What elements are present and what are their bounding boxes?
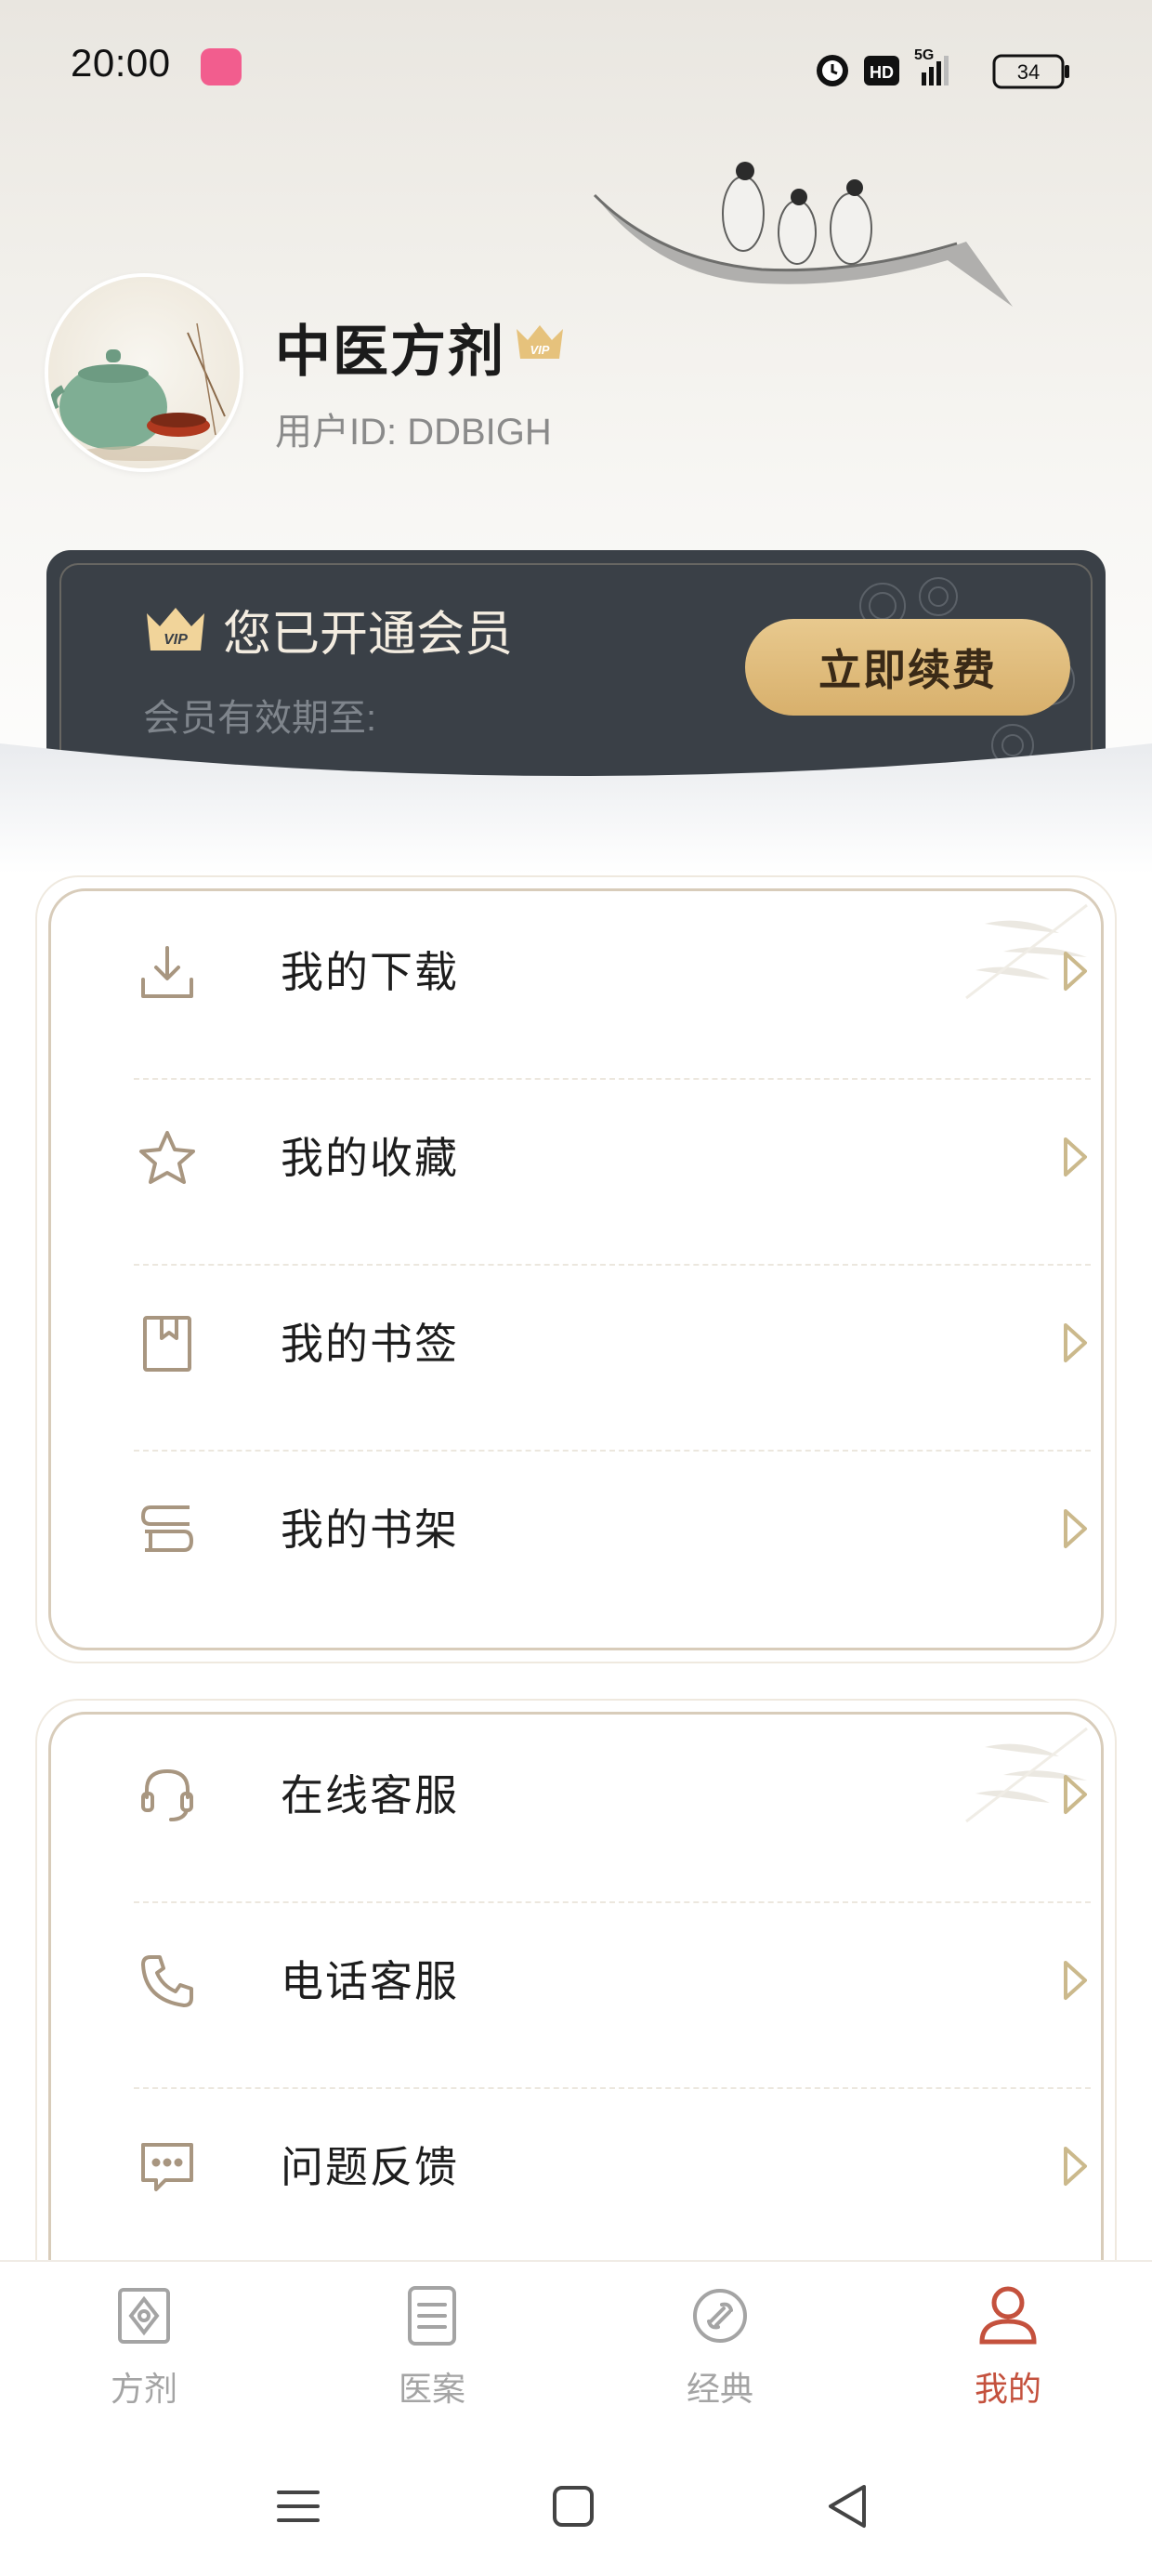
tab-label: 我的 [974,2371,1041,2409]
menu-item-label: 我的下载 [281,947,459,997]
boat-painting-decoration [593,162,1013,307]
chevron-right-icon [1064,1137,1087,1176]
menu-item-label: 我的书签 [281,1319,459,1369]
classics-icon [693,2289,747,2343]
menu-item-bookshelf[interactable]: 我的书架 [97,1435,1089,1621]
tab-mine[interactable]: 我的 [864,2262,1152,2438]
vip-crown-icon: VIP [517,325,563,359]
profile-page: 20:00 HD 5G 34 中医方剂 VIP 用户ID: DDBIGH VIP… [0,0,1152,2576]
svg-text:5G: 5G [914,47,934,63]
vip-card-crown-icon: VIP [147,608,204,651]
menu-item-label: 我的书架 [281,1505,459,1555]
feedback-icon [141,2143,193,2191]
tab-label: 医案 [398,2371,465,2409]
user-id: 用户ID: DDBIGH [275,412,552,453]
svg-text:34: 34 [1017,60,1040,84]
vip-card-crown-text: VIP [164,632,188,648]
menu-item-downloads[interactable]: 我的下载 [97,877,1089,1063]
menu-item-online-service[interactable]: 在线客服 [97,1701,1089,1886]
person-icon [979,2286,1037,2345]
tab-label: 经典 [686,2371,753,2409]
chevron-right-icon [1064,1323,1087,1362]
menu-item-bookmarks[interactable]: 我的书签 [97,1249,1089,1435]
tab-label: 方剂 [110,2371,177,2409]
status-icons: HD 5G 34 [817,47,1069,89]
signal-icon: 5G [914,47,949,85]
bilibili-notification-icon [201,48,242,85]
status-time: 20:00 [71,41,171,85]
hd-icon: HD [864,56,899,85]
star-icon [139,1131,195,1184]
chevron-right-icon [1064,1961,1087,2000]
menu-item-label: 问题反馈 [281,2142,459,2192]
document-icon [408,2286,456,2346]
battery-icon: 34 [992,54,1069,89]
chevron-right-icon [1064,1775,1087,1814]
phone-icon [141,1955,193,2007]
prescription-icon [118,2288,170,2344]
bookmark-icon [143,1316,191,1372]
status-bar: 20:00 HD 5G 34 [0,0,1152,139]
back-icon[interactable] [816,2474,881,2539]
menu-item-label: 我的收藏 [281,1133,459,1183]
menu-item-label: 电话客服 [281,1956,459,2006]
vip-crown-text: VIP [530,343,550,357]
menu-icon[interactable] [266,2474,331,2539]
profile-name: 中医方剂 [275,320,505,385]
menu-item-label: 在线客服 [281,1770,459,1820]
tab-case-records[interactable]: 医案 [288,2262,576,2438]
avatar[interactable] [48,277,240,468]
chevron-right-icon [1064,2147,1087,2186]
system-navigation-bar [0,2437,1152,2576]
headset-icon [141,1769,193,1821]
renew-button[interactable]: 立即续费 [745,619,1070,716]
alarm-icon [817,55,848,86]
teapot-avatar-image [49,322,226,461]
chevron-right-icon [1064,1509,1087,1548]
membership-title: 您已开通会员 [223,607,514,663]
chevron-right-icon [1064,952,1087,991]
menu-card-support: 在线客服 电话客服 问题反馈 [37,1701,1115,2333]
menu-item-phone-service[interactable]: 电话客服 [97,1886,1089,2072]
tab-classics[interactable]: 经典 [576,2262,864,2438]
svg-text:HD: HD [870,63,894,82]
menu-card-personal: 我的下载 我的收藏 我的书签 我的书架 [37,877,1115,1662]
tab-prescriptions[interactable]: 方剂 [0,2262,288,2438]
bookshelf-icon [141,1505,193,1552]
bottom-tab-bar: 方剂 医案 经典 我的 [0,2260,1152,2438]
download-icon [141,946,193,998]
menu-item-favorites[interactable]: 我的收藏 [97,1063,1089,1249]
card-wave-overlay [0,743,1152,874]
home-icon[interactable] [541,2474,606,2539]
menu-item-feedback[interactable]: 问题反馈 [97,2072,1089,2258]
